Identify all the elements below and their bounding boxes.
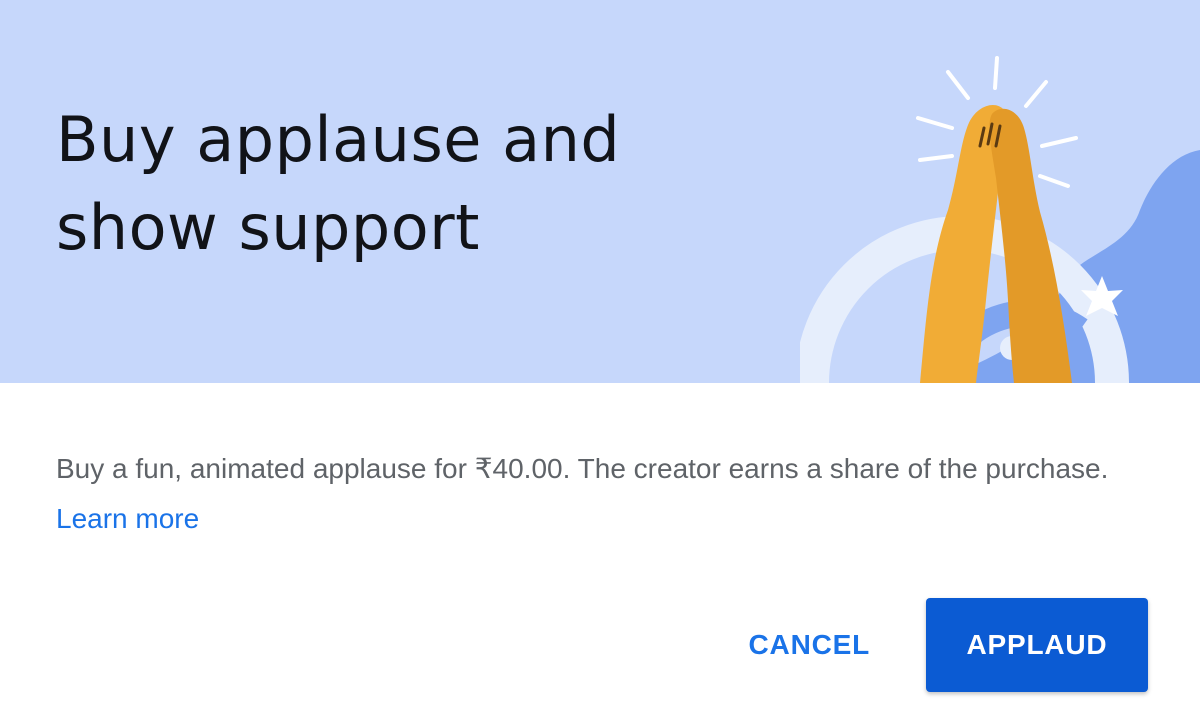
dialog-actions: CANCEL APPLAUD: [719, 598, 1148, 692]
dialog-description: Buy a fun, animated applause for ₹40.00.…: [56, 444, 1146, 544]
learn-more-link[interactable]: Learn more: [56, 503, 199, 534]
description-text: Buy a fun, animated applause for ₹40.00.…: [56, 453, 1109, 484]
dialog-title: Buy applause and show support: [56, 103, 621, 264]
applaud-button[interactable]: APPLAUD: [926, 598, 1148, 692]
dialog-banner: Buy applause and show support: [0, 0, 1200, 383]
cancel-button[interactable]: CANCEL: [719, 598, 900, 692]
applause-hands-icon: [800, 56, 1200, 383]
applause-dialog: Buy applause and show support Buy a fun,…: [0, 0, 1200, 719]
